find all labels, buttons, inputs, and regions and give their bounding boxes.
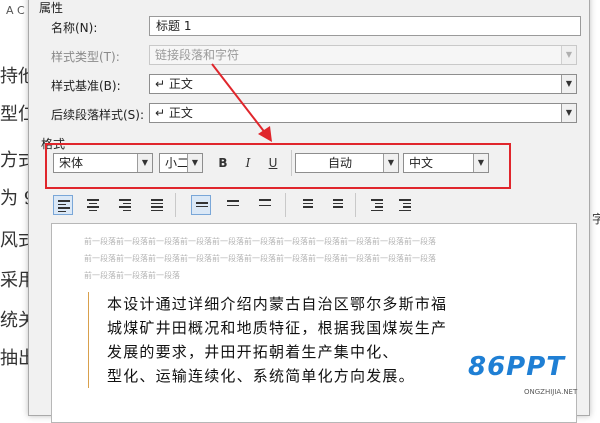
style-based-label: 样式基准(B): <box>51 79 121 93</box>
format-toolbar-highlight <box>45 143 511 189</box>
properties-section-label: 属性 <box>39 1 64 15</box>
style-type-select[interactable]: 链接段落和字符 ▼ <box>149 45 577 65</box>
align-center-button[interactable] <box>83 195 103 215</box>
preview-previous-paragraph: 前一段落前一段落前一段落前一段落前一段落前一段落前一段落前一段落前一段落前一段落… <box>84 254 436 263</box>
align-right-button[interactable] <box>115 195 135 215</box>
name-label: 名称(N): <box>51 21 98 35</box>
toolbar-divider <box>175 193 176 217</box>
watermark-logo: 86PPT <box>468 352 566 382</box>
style-based-select[interactable]: ↵ 正文 ▼ <box>149 74 577 94</box>
chevron-down-icon: ▼ <box>561 46 576 64</box>
toolbar-divider <box>285 193 286 217</box>
next-paragraph-value: ↵ 正文 <box>155 106 193 120</box>
site-watermark: 86PPT ONGZHIJIA.NET <box>468 344 598 400</box>
one-half-spacing-button[interactable] <box>223 195 243 215</box>
ribbon-fragment: A C <box>6 4 25 17</box>
preview-text-line: 本设计通过详细介绍内蒙古自治区鄂尔多斯市福 <box>107 295 448 313</box>
preview-previous-paragraph: 前一段落前一段落前一段落前一段落前一段落前一段落前一段落前一段落前一段落前一段落… <box>84 237 436 246</box>
chevron-down-icon: ▼ <box>561 104 576 122</box>
watermark-site: ONGZHIJIA.NET <box>524 388 578 396</box>
decrease-indent-icon[interactable] <box>367 195 387 215</box>
space-before-icon[interactable] <box>297 195 317 215</box>
double-spacing-button[interactable] <box>255 195 275 215</box>
align-left-button[interactable] <box>53 195 73 215</box>
next-paragraph-label: 后续段落样式(S): <box>51 108 145 122</box>
increase-indent-icon[interactable] <box>395 195 415 215</box>
chevron-down-icon: ▼ <box>561 75 576 93</box>
style-type-value: 链接段落和字符 <box>155 48 240 62</box>
toolbar-divider <box>355 193 356 217</box>
single-spacing-button[interactable] <box>191 195 211 215</box>
style-type-label: 样式类型(T): <box>51 50 120 64</box>
preview-previous-paragraph: 前一段落前一段落前一段落 <box>84 271 180 280</box>
doc-char: 字 <box>592 212 600 226</box>
space-after-icon[interactable] <box>327 195 347 215</box>
preview-text-line: 城煤矿井田概况和地质特征，根据我国煤炭生产 <box>107 319 448 337</box>
next-paragraph-select[interactable]: ↵ 正文 ▼ <box>149 103 577 123</box>
style-based-value: ↵ 正文 <box>155 77 193 91</box>
justify-button[interactable] <box>147 195 167 215</box>
name-input[interactable]: 标题 1 <box>149 16 581 36</box>
